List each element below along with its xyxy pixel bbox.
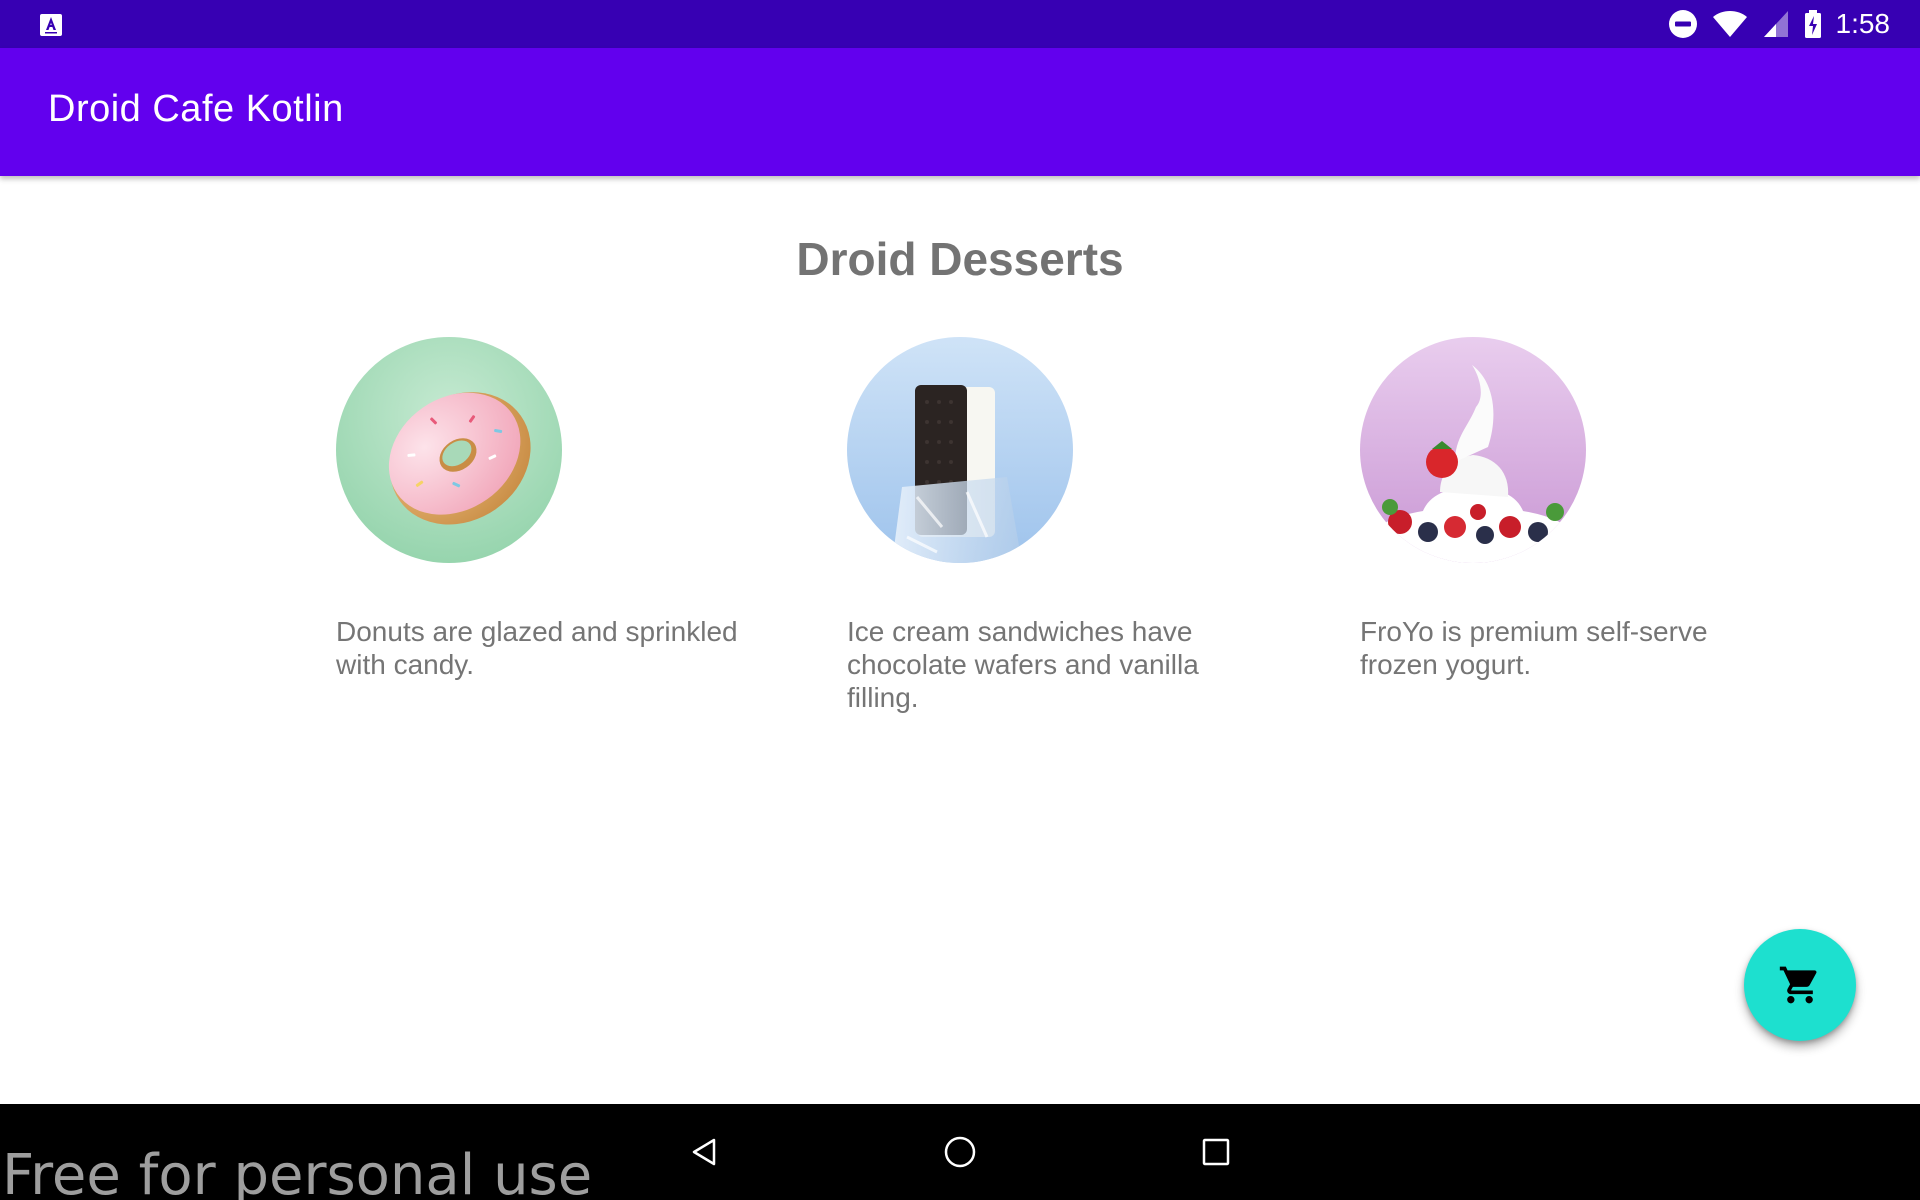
screen: 1:58 Droid Cafe Kotlin Droid Desserts Do… [0, 0, 1920, 1200]
dessert-description: Ice cream sandwiches have chocolate wafe… [847, 616, 1199, 713]
dessert-item-ice-cream-sandwich: Ice cream sandwiches have chocolate wafe… [847, 337, 1267, 714]
froyo-image[interactable] [1360, 337, 1586, 563]
watermark-text: Free for personal use [2, 1143, 593, 1200]
main-content: Droid Desserts Donuts are glazed and spr… [0, 176, 1920, 1104]
dessert-description: FroYo is premium self-serve frozen yogur… [1360, 616, 1708, 680]
recents-icon [1202, 1138, 1230, 1166]
status-time: 1:58 [1835, 8, 1891, 39]
back-button[interactable] [680, 1128, 728, 1176]
dessert-description: Donuts are glazed and sprinkled with can… [336, 616, 738, 680]
app-bar: Droid Cafe Kotlin [0, 48, 1920, 176]
home-button[interactable] [936, 1128, 984, 1176]
app-notification-icon [40, 14, 62, 36]
recents-button[interactable] [1192, 1128, 1240, 1176]
battery-charging-icon [1804, 10, 1821, 38]
home-icon [944, 1136, 976, 1168]
section-heading: Droid Desserts [796, 233, 1124, 285]
navigation-bar: Free for personal use [0, 1104, 1920, 1200]
wifi-icon [1712, 11, 1747, 37]
do-not-disturb-icon [1668, 10, 1697, 38]
ice-cream-sandwich-image[interactable] [847, 337, 1073, 563]
donut-image[interactable] [336, 337, 562, 563]
dessert-item-donut: Donuts are glazed and sprinkled with can… [336, 337, 756, 681]
app-title: Droid Cafe Kotlin [48, 88, 344, 130]
shopping-cart-icon [1779, 966, 1817, 1004]
back-icon [692, 1138, 716, 1166]
dessert-item-froyo: FroYo is premium self-serve frozen yogur… [1360, 337, 1780, 681]
status-bar: 1:58 [0, 0, 1920, 48]
cell-signal-icon [1763, 11, 1788, 37]
status-icons: 1:58 [1668, 0, 1891, 48]
cart-fab-button[interactable] [1744, 929, 1856, 1041]
